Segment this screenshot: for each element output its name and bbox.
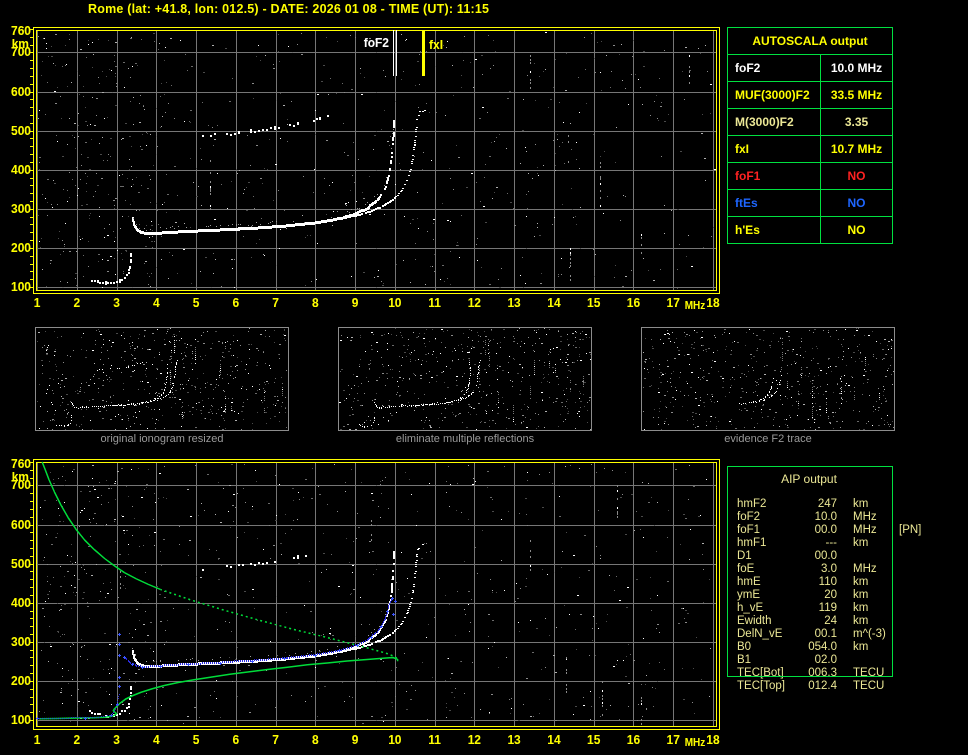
label-cell: B1 [737, 654, 752, 666]
label-cell: h_vE [737, 602, 764, 614]
aip-row: hmE 110 km [727, 576, 957, 589]
page-title: Rome (lat: +41.8, lon: 012.5) - DATE: 20… [88, 2, 490, 16]
autoscala-screen: Rome (lat: +41.8, lon: 012.5) - DATE: 20… [0, 0, 968, 755]
label-cell: Ewidth [737, 615, 772, 627]
autoscala-row: foF1 NO [728, 163, 892, 190]
value-cell: 00.1 [814, 628, 837, 640]
value-cell: 110 [818, 576, 837, 588]
unit-cell: MHz [853, 524, 877, 536]
unit-cell: km [853, 576, 869, 588]
thumbnail-caption-eliminate: eliminate multiple reflections [395, 433, 535, 445]
value-cell: NO [847, 196, 866, 210]
value-cell: 20 [824, 589, 837, 601]
label-cell: hmF1 [737, 537, 767, 549]
value-cell: 00.0 [814, 524, 837, 536]
label-cell: hmF2 [737, 498, 767, 510]
value-cell: NO [847, 169, 866, 183]
unit-cell [853, 654, 897, 667]
unit-cell: km [853, 615, 869, 627]
param-cell: MUF(3000)F2 [728, 82, 821, 108]
autoscala-output-table: AUTOSCALA output foF2 10.0 MHz MUF(3000)F2… [727, 27, 893, 244]
bottom-ionogram-plot [0, 448, 726, 755]
autoscala-table-header: AUTOSCALA output [728, 28, 892, 55]
label-cell: B0 [737, 641, 752, 653]
aip-row: D1 00.0 [727, 550, 957, 563]
label-cell: DelN_vE [737, 628, 783, 640]
autoscala-row: foF2 10.0 MHz [728, 55, 892, 82]
unit-cell: km [853, 589, 869, 601]
label-cell: hmE [737, 576, 761, 588]
param-cell: M(3000)F2 [728, 109, 821, 135]
thumbnail-original-ionogram [35, 327, 289, 431]
param-cell: fxI [728, 136, 821, 162]
aip-row: Ewidth 24 km [727, 615, 957, 628]
label-cell: TEC[Bot] [737, 667, 784, 679]
aip-row: B0 054.0 km [727, 641, 957, 654]
value-cell: 054.0 [808, 641, 837, 653]
autoscala-row: fxI 10.7 MHz [728, 136, 892, 163]
value-cell: 33.5 MHz [830, 88, 883, 102]
param-cell: foF1 [728, 163, 821, 189]
aip-row: TEC[Top] 012.4 TECU [727, 680, 957, 693]
aip-row: hmF1 --- km [727, 537, 957, 550]
autoscala-row: h'Es NO [728, 217, 892, 243]
label-cell: ymE [737, 589, 760, 601]
value-cell: 02.0 [814, 654, 837, 666]
unit-cell: km [853, 641, 869, 653]
autoscala-table-body: foF2 10.0 MHz MUF(3000)F2 33.5 MHz M(3000)F2… [728, 55, 892, 243]
value-cell: 10.0 [814, 511, 837, 523]
value-cell: 00.0 [814, 550, 837, 562]
unit-cell: MHz [853, 563, 877, 575]
value-cell: 247 [817, 498, 837, 510]
unit-cell: km [853, 498, 869, 510]
aip-row: hmF2 247 km [727, 498, 957, 511]
param-cell: ftEs [728, 190, 821, 216]
aip-row: foF1 00.0 MHz [PN] [727, 524, 957, 537]
label-cell: TEC[Top] [737, 680, 785, 692]
label-cell: foF2 [737, 511, 761, 523]
value-cell: 24 [824, 615, 837, 627]
label-cell: foF1 [737, 524, 761, 536]
thumbnail-caption-evidence: evidence F2 trace [724, 433, 812, 445]
aip-row: foE 3.0 MHz [727, 563, 957, 576]
aip-row: h_vE 119 km [727, 602, 957, 615]
autoscala-row: ftEs NO [728, 190, 892, 217]
thumbnail-caption-original: original ionogram resized [100, 433, 224, 445]
unit-cell: TECU [853, 680, 885, 692]
thumbnail-evidence-f2-trace [641, 327, 895, 431]
value-cell: NO [847, 223, 866, 237]
aip-row: ymE 20 km [727, 589, 957, 602]
autoscala-row: M(3000)F2 3.35 [728, 109, 892, 136]
unit-cell: km [853, 537, 869, 549]
value-cell: 10.7 MHz [830, 142, 883, 156]
value-cell: --- [825, 537, 838, 549]
value-cell: 119 [818, 602, 837, 614]
unit-cell: km [853, 602, 869, 614]
aip-table-body: hmF2 247 km foF2 10.0 MHz foF1 00.0 MHz [PN] hmF1 -… [727, 498, 957, 693]
label-cell: D1 [737, 550, 752, 562]
label-cell: foE [737, 563, 755, 575]
value-cell: 3.35 [844, 115, 869, 129]
autoscala-row: MUF(3000)F2 33.5 MHz [728, 82, 892, 109]
aip-row: DelN_vE 00.1 m^(-3) [727, 628, 957, 641]
unit-cell: MHz [853, 511, 877, 523]
aip-row: foF2 10.0 MHz [727, 511, 957, 524]
value-cell: 006.3 [808, 667, 837, 679]
aip-table-header: AIP output [781, 472, 837, 486]
param-cell: foF2 [728, 55, 821, 81]
unit-cell [853, 550, 897, 563]
value-cell: 012.4 [808, 680, 837, 692]
thumbnail-eliminate-reflections [338, 327, 592, 431]
note-cell: [PN] [899, 524, 922, 536]
aip-row: TEC[Bot] 006.3 TECU [727, 667, 957, 680]
top-ionogram-plot [0, 18, 726, 316]
unit-cell: m^(-3) [853, 628, 886, 640]
value-cell: 3.0 [821, 563, 837, 575]
unit-cell: TECU [853, 667, 885, 679]
aip-row: B1 02.0 [727, 654, 957, 667]
value-cell: 10.0 MHz [830, 61, 883, 75]
param-cell: h'Es [728, 217, 821, 243]
